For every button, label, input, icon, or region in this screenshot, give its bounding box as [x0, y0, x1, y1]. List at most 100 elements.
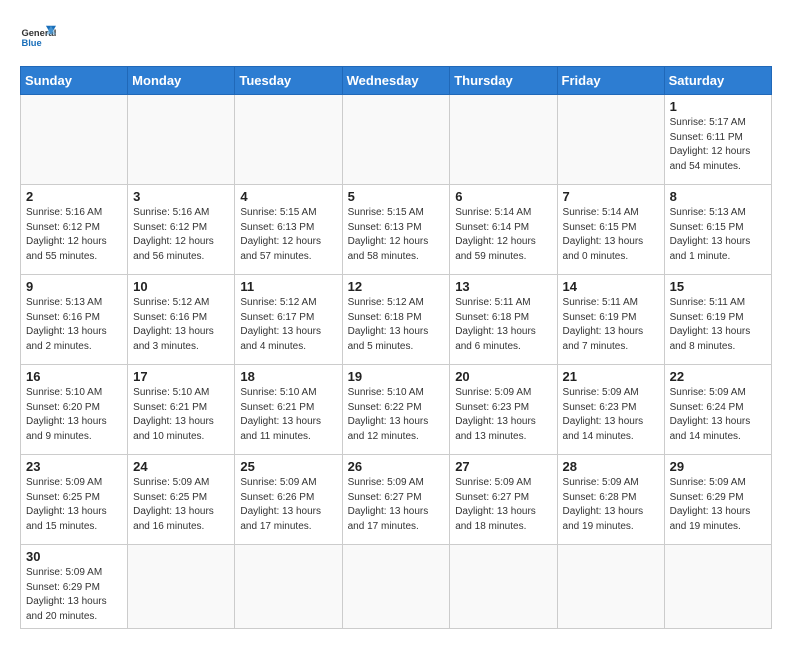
calendar-cell	[128, 95, 235, 185]
day-info: Sunrise: 5:16 AM Sunset: 6:12 PM Dayligh…	[26, 206, 122, 264]
calendar-cell	[557, 545, 664, 629]
day-number: 18	[240, 369, 336, 384]
day-info: Sunrise: 5:10 AM Sunset: 6:21 PM Dayligh…	[133, 386, 229, 444]
day-number: 13	[455, 279, 551, 294]
weekday-header-thursday: Thursday	[450, 67, 557, 95]
day-info: Sunrise: 5:11 AM Sunset: 6:18 PM Dayligh…	[455, 296, 551, 354]
day-info: Sunrise: 5:11 AM Sunset: 6:19 PM Dayligh…	[563, 296, 659, 354]
calendar-cell: 10Sunrise: 5:12 AM Sunset: 6:16 PM Dayli…	[128, 275, 235, 365]
calendar-cell	[342, 95, 450, 185]
day-number: 12	[348, 279, 445, 294]
calendar-cell: 24 Sunrise: 5:09 AM Sunset: 6:25 PM Dayli…	[128, 455, 235, 545]
calendar-cell: 25 Sunrise: 5:09 AM Sunset: 6:26 PM Dayli…	[235, 455, 342, 545]
day-info: Sunrise: 5:13 AM Sunset: 6:16 PM Dayligh…	[26, 296, 122, 354]
calendar-cell	[664, 545, 771, 629]
weekday-header-row: SundayMondayTuesdayWednesdayThursdayFrid…	[21, 67, 772, 95]
calendar-cell: 15 Sunrise: 5:11 AM Sunset: 6:19 PM Dayli…	[664, 275, 771, 365]
day-number: 4	[240, 189, 336, 204]
calendar-cell	[342, 545, 450, 629]
calendar-cell: 1Sunrise: 5:17 AM Sunset: 6:11 PM Daylig…	[664, 95, 771, 185]
calendar-cell: 23Sunrise: 5:09 AM Sunset: 6:25 PM Dayli…	[21, 455, 128, 545]
calendar-cell: 4Sunrise: 5:15 AM Sunset: 6:13 PM Daylig…	[235, 185, 342, 275]
day-number: 22	[670, 369, 766, 384]
calendar-cell: 12 Sunrise: 5:12 AM Sunset: 6:18 PM Dayli…	[342, 275, 450, 365]
calendar-cell: 16 Sunrise: 5:10 AM Sunset: 6:20 PM Dayli…	[21, 365, 128, 455]
calendar-cell: 28 Sunrise: 5:09 AM Sunset: 6:28 PM Dayli…	[557, 455, 664, 545]
calendar-cell: 3 Sunrise: 5:16 AM Sunset: 6:12 PM Daylig…	[128, 185, 235, 275]
calendar-cell	[450, 95, 557, 185]
day-info: Sunrise: 5:15 AM Sunset: 6:13 PM Dayligh…	[348, 206, 445, 264]
calendar-cell: 30 Sunrise: 5:09 AM Sunset: 6:29 PM Dayli…	[21, 545, 128, 629]
calendar-week-row: 1Sunrise: 5:17 AM Sunset: 6:11 PM Daylig…	[21, 95, 772, 185]
logo: General Blue	[20, 20, 56, 56]
calendar-week-row: 2Sunrise: 5:16 AM Sunset: 6:12 PM Daylig…	[21, 185, 772, 275]
day-info: Sunrise: 5:09 AM Sunset: 6:23 PM Dayligh…	[563, 386, 659, 444]
day-info: Sunrise: 5:12 AM Sunset: 6:18 PM Dayligh…	[348, 296, 445, 354]
day-info: Sunrise: 5:09 AM Sunset: 6:27 PM Dayligh…	[348, 476, 445, 534]
day-number: 24	[133, 459, 229, 474]
day-info: Sunrise: 5:12 AM Sunset: 6:17 PM Dayligh…	[240, 296, 336, 354]
calendar-cell: 21Sunrise: 5:09 AM Sunset: 6:23 PM Dayli…	[557, 365, 664, 455]
day-info: Sunrise: 5:17 AM Sunset: 6:11 PM Dayligh…	[670, 116, 766, 174]
day-number: 6	[455, 189, 551, 204]
calendar-week-row: 23 Sunrise: 5:09 AM Sunset: 6:25 PM Dayli…	[21, 455, 772, 545]
day-info: Sunrise: 5:13 AM Sunset: 6:15 PM Dayligh…	[670, 206, 766, 264]
day-info: Sunrise: 5:09 AM Sunset: 6:25 PM Dayligh…	[133, 476, 229, 534]
calendar-cell: 13 Sunrise: 5:11 AM Sunset: 6:18 PM Dayli…	[450, 275, 557, 365]
day-number: 3	[133, 189, 229, 204]
calendar-cell	[557, 95, 664, 185]
day-number: 27	[455, 459, 551, 474]
weekday-header-saturday: Saturday	[664, 67, 771, 95]
calendar-cell: 18 Sunrise: 5:10 AM Sunset: 6:21 PM Dayli…	[235, 365, 342, 455]
day-info: Sunrise: 5:10 AM Sunset: 6:21 PM Dayligh…	[240, 386, 336, 444]
svg-text:Blue: Blue	[21, 38, 41, 48]
calendar-week-row: 30 Sunrise: 5:09 AM Sunset: 6:29 PM Dayli…	[21, 545, 772, 629]
calendar-cell: 17 Sunrise: 5:10 AM Sunset: 6:21 PM Dayli…	[128, 365, 235, 455]
day-number: 8	[670, 189, 766, 204]
calendar-cell	[21, 95, 128, 185]
calendar-cell: 9Sunrise: 5:13 AM Sunset: 6:16 PM Daylig…	[21, 275, 128, 365]
day-number: 29	[670, 459, 766, 474]
weekday-header-friday: Friday	[557, 67, 664, 95]
day-number: 14	[563, 279, 659, 294]
calendar-cell: 14 Sunrise: 5:11 AM Sunset: 6:19 PM Dayli…	[557, 275, 664, 365]
day-number: 28	[563, 459, 659, 474]
day-info: Sunrise: 5:09 AM Sunset: 6:29 PM Dayligh…	[670, 476, 766, 534]
calendar-cell: 2Sunrise: 5:16 AM Sunset: 6:12 PM Daylig…	[21, 185, 128, 275]
day-number: 7	[563, 189, 659, 204]
day-number: 26	[348, 459, 445, 474]
calendar-week-row: 16 Sunrise: 5:10 AM Sunset: 6:20 PM Dayli…	[21, 365, 772, 455]
calendar-cell: 20Sunrise: 5:09 AM Sunset: 6:23 PM Dayli…	[450, 365, 557, 455]
calendar-cell: 6 Sunrise: 5:14 AM Sunset: 6:14 PM Daylig…	[450, 185, 557, 275]
weekday-header-tuesday: Tuesday	[235, 67, 342, 95]
day-number: 11	[240, 279, 336, 294]
weekday-header-monday: Monday	[128, 67, 235, 95]
day-number: 23	[26, 459, 122, 474]
weekday-header-wednesday: Wednesday	[342, 67, 450, 95]
calendar-cell: 8 Sunrise: 5:13 AM Sunset: 6:15 PM Daylig…	[664, 185, 771, 275]
calendar-cell: 11 Sunrise: 5:12 AM Sunset: 6:17 PM Dayli…	[235, 275, 342, 365]
calendar-cell	[450, 545, 557, 629]
day-number: 17	[133, 369, 229, 384]
calendar-cell: 19Sunrise: 5:10 AM Sunset: 6:22 PM Dayli…	[342, 365, 450, 455]
day-info: Sunrise: 5:09 AM Sunset: 6:23 PM Dayligh…	[455, 386, 551, 444]
day-number: 30	[26, 549, 122, 564]
day-number: 16	[26, 369, 122, 384]
day-info: Sunrise: 5:09 AM Sunset: 6:28 PM Dayligh…	[563, 476, 659, 534]
day-info: Sunrise: 5:11 AM Sunset: 6:19 PM Dayligh…	[670, 296, 766, 354]
day-info: Sunrise: 5:09 AM Sunset: 6:24 PM Dayligh…	[670, 386, 766, 444]
day-number: 15	[670, 279, 766, 294]
calendar: SundayMondayTuesdayWednesdayThursdayFrid…	[20, 66, 772, 629]
day-info: Sunrise: 5:09 AM Sunset: 6:29 PM Dayligh…	[26, 566, 122, 624]
calendar-cell: 29 Sunrise: 5:09 AM Sunset: 6:29 PM Dayli…	[664, 455, 771, 545]
calendar-cell: 7Sunrise: 5:14 AM Sunset: 6:15 PM Daylig…	[557, 185, 664, 275]
calendar-cell: 22 Sunrise: 5:09 AM Sunset: 6:24 PM Dayli…	[664, 365, 771, 455]
day-info: Sunrise: 5:14 AM Sunset: 6:14 PM Dayligh…	[455, 206, 551, 264]
logo-icon: General Blue	[20, 20, 56, 56]
day-number: 19	[348, 369, 445, 384]
day-info: Sunrise: 5:10 AM Sunset: 6:20 PM Dayligh…	[26, 386, 122, 444]
day-info: Sunrise: 5:09 AM Sunset: 6:26 PM Dayligh…	[240, 476, 336, 534]
calendar-cell: 27Sunrise: 5:09 AM Sunset: 6:27 PM Dayli…	[450, 455, 557, 545]
day-info: Sunrise: 5:16 AM Sunset: 6:12 PM Dayligh…	[133, 206, 229, 264]
day-number: 25	[240, 459, 336, 474]
